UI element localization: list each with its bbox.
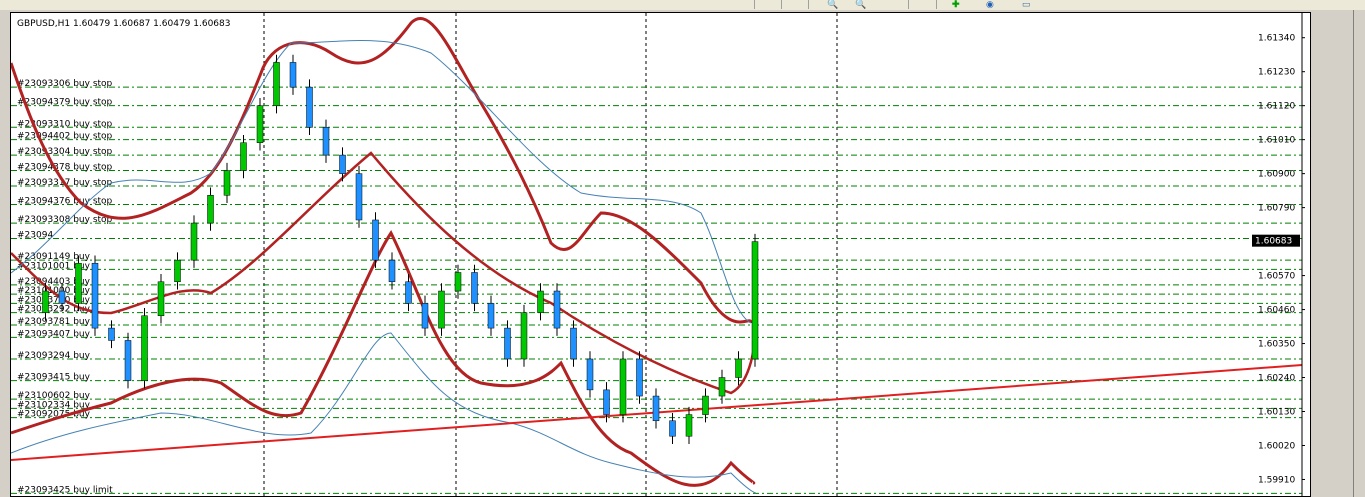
order-label: #23094 (17, 231, 53, 241)
chart-shift-icon[interactable] (887, 0, 909, 9)
order-label: #23093306 buy stop (17, 79, 113, 89)
periodicity-icon[interactable]: ◉ (986, 0, 994, 9)
price-tick-label: 1.60020 (1258, 441, 1295, 451)
period-icon[interactable] (733, 0, 755, 9)
candle-body (685, 414, 693, 437)
order-label: #23093407 buy (17, 329, 91, 339)
candle-body (586, 358, 594, 391)
candle-body (339, 154, 346, 174)
price-tick-label: 1.60460 (1258, 306, 1295, 316)
current-price-label: 1.60683 (1255, 237, 1292, 247)
order-label: #23094379 buy stop (17, 98, 113, 108)
candle-body (471, 272, 478, 304)
price-tick-label: 1.61120 (1258, 102, 1295, 112)
candle-body (537, 290, 544, 313)
order-label: #23093781 buy (17, 317, 91, 327)
price-tick-label: 1.61230 (1258, 68, 1295, 78)
chart-window[interactable]: #23093306 buy stop #23094379 buy stop #230… (10, 12, 1311, 497)
candle-body (273, 62, 280, 106)
left-frame (0, 10, 10, 497)
candle-body (702, 395, 709, 415)
price-chart[interactable]: #23093306 buy stop #23094379 buy stop #230… (11, 13, 1311, 497)
price-tick-label: 1.61340 (1258, 34, 1295, 44)
zoom-out-icon[interactable]: 🔍 (855, 0, 866, 9)
candle-body (124, 340, 132, 381)
candle-body (141, 315, 148, 381)
order-label: #23093415 buy (17, 373, 91, 383)
candle-body (289, 62, 297, 88)
candle-body (636, 358, 643, 397)
candle-body (669, 420, 676, 437)
candle-body (421, 303, 429, 329)
candle-body (438, 290, 445, 329)
candle-body (718, 377, 726, 397)
candle-body (570, 327, 577, 360)
candle-body (207, 195, 214, 224)
order-label: #23093425 buy limit (17, 485, 113, 495)
candle-body (58, 290, 66, 304)
price-tick-label: 1.60240 (1258, 374, 1295, 384)
candle-body (256, 105, 264, 143)
order-label: #23093294 buy (17, 351, 91, 361)
candle-body (405, 281, 412, 304)
template-icon[interactable]: ▭ (1022, 0, 1031, 9)
candle-body (322, 127, 330, 156)
candle-body (157, 281, 165, 316)
candle-body (504, 327, 511, 360)
order-label: #23094376 buy stop (17, 197, 113, 207)
price-tick-label: 1.61010 (1258, 136, 1295, 146)
candle-body (487, 303, 495, 329)
order-lines: #23093306 buy stop #23094379 buy stop #230… (11, 79, 1302, 495)
price-tick-label: 1.60130 (1258, 408, 1295, 418)
price-axis: 1.61340 1.61230 1.61120 1.61010 1.60900 1.607… (1258, 13, 1305, 496)
order-label: #23094402 buy stop (17, 132, 113, 142)
indicator-line (11, 40, 752, 324)
candle-body (75, 262, 82, 304)
candle-body (619, 358, 627, 415)
order-label: #23093292 buy (17, 305, 91, 315)
candle-body (108, 327, 115, 341)
candle-body (223, 170, 231, 196)
add-indicator-icon[interactable]: ✚ (952, 0, 960, 9)
period-icon[interactable] (787, 0, 809, 9)
price-tick-label: 1.59910 (1258, 475, 1295, 485)
candle-body (520, 312, 528, 360)
zoom-in-icon[interactable]: 🔍 (827, 0, 838, 9)
candle-body (355, 173, 363, 221)
price-tick-label: 1.60350 (1258, 340, 1295, 350)
candle-body (652, 395, 660, 422)
candle-body (751, 241, 759, 360)
candle-body (306, 86, 313, 128)
candle-body (190, 222, 198, 261)
price-tick-label: 1.60570 (1258, 272, 1295, 282)
order-label: #23093304 buy stop (17, 147, 113, 157)
candle-body (91, 262, 99, 329)
toolbar: 🔍 🔍 ✚ ◉ ▭ (0, 0, 1365, 10)
candle-body (553, 290, 561, 329)
candle-body (372, 219, 379, 261)
candle-body (454, 272, 462, 292)
chart-header: GBPUSD,H1 1.60479 1.60687 1.60479 1.6068… (17, 19, 230, 29)
autoscroll-icon[interactable] (915, 0, 937, 9)
candle-body (240, 142, 247, 171)
vertical-scrollbar[interactable] (1353, 10, 1365, 497)
candle-body (388, 259, 396, 283)
price-tick-label: 1.60790 (1258, 204, 1295, 214)
candle-body (603, 389, 610, 415)
period-icon[interactable] (760, 0, 782, 9)
candle-body (174, 259, 181, 283)
candle-body (735, 358, 742, 378)
order-label: #23094378 buy stop (17, 163, 113, 173)
grid-layer (263, 13, 838, 496)
candle-body (42, 290, 49, 313)
indicator-line (11, 151, 758, 395)
price-tick-label: 1.60900 (1258, 170, 1295, 180)
